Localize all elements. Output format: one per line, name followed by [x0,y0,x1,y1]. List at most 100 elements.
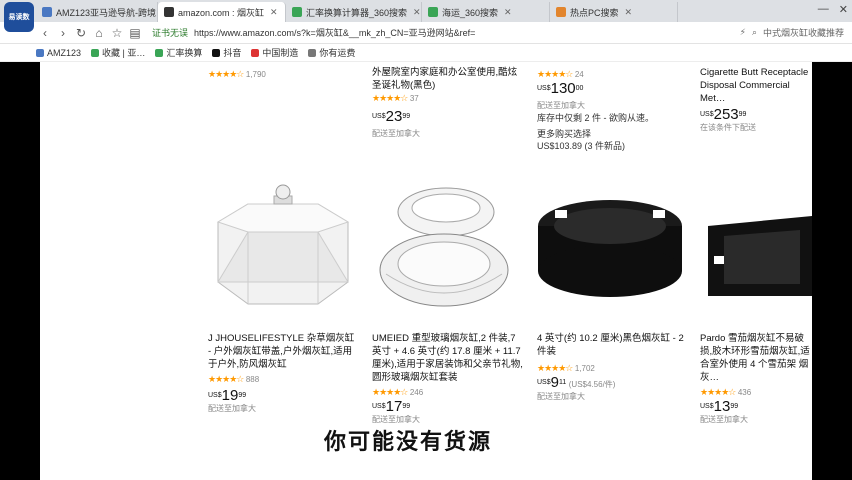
product-top-2: 外屋院室内家庭和办公室使用,酷炫圣诞礼物(黑色) ★★★★☆ 37 US$239… [372,66,522,140]
home-icon[interactable]: ⌂ [90,26,108,40]
product-card-3: 4 英寸(约 10.2 厘米)黑色烟灰缸 - 2 件装 ★★★★☆ 1,702 … [537,332,687,403]
tab-favicon-icon [292,7,302,17]
tab-list-icon[interactable]: ▤ [126,26,144,40]
product-price[interactable]: US$25399 [700,107,812,122]
more-options-price[interactable]: US$103.89 (3 件新品) [537,140,687,152]
bookmarks-bar: AMZ123 收藏 | 亚… 汇率换算 抖音 中国制造 你有运费 [0,44,852,62]
left-letterbox [0,62,40,480]
tab-favicon-icon [164,7,174,17]
rating-stars[interactable]: ★★★★☆ [537,69,573,79]
bookmark-icon [251,48,260,57]
product-title[interactable]: 4 英寸(约 10.2 厘米)黑色烟灰缸 - 2 件装 [537,332,687,358]
review-count[interactable]: 888 [246,375,259,384]
tab-label: amazon.com : 烟灰缸 [178,7,265,18]
bookmark-icon [155,48,164,57]
review-count[interactable]: 246 [410,388,423,397]
tab-favicon-icon [428,7,438,17]
url-text: https://www.amazon.com/s?k=烟灰缸&__mk_zh_C… [194,28,476,38]
rating-stars[interactable]: ★★★★☆ [372,387,408,397]
tab-amazon[interactable]: amazon.com : 烟灰缸 ✕ [158,2,286,22]
tab-label: 海运_360搜索 [442,7,499,18]
product-title[interactable]: UMEIED 重型玻璃烟灰缸,2 件装,7 英寸 + 4.6 英寸(约 17.8… [372,332,524,384]
bookmark-icon [91,48,100,57]
close-window-icon[interactable]: ✕ [839,3,848,16]
product-price[interactable]: US$13000 [537,81,687,96]
product-top-4: Cigarette Butt Receptacle Disposal Comme… [700,66,812,134]
reload-icon[interactable]: ↻ [72,26,90,40]
close-icon[interactable]: ✕ [270,7,278,18]
rating-stars[interactable]: ★★★★☆ [372,93,408,103]
review-count[interactable]: 436 [738,388,751,397]
back-icon[interactable]: ‹ [36,26,54,40]
review-count[interactable]: 1,790 [246,70,266,79]
stock-note: 库存中仅剩 2 件 - 欲购从速。 [537,113,655,123]
tab-hot-search[interactable]: 热点PC搜索 ✕ [550,2,678,22]
bookmark-item[interactable]: 中国制造 [251,46,298,59]
app-logo: 易读数 [4,2,34,32]
address-bar: ‹ › ↻ ⌂ ☆ ▤ 证书无误 https://www.amazon.com/… [0,22,852,44]
product-price[interactable]: US$911 (US$4.56/件) [537,375,687,391]
star-icon[interactable]: ☆ [108,26,126,40]
more-options-link[interactable]: 更多购买选择 [537,128,687,140]
forward-icon[interactable]: › [54,26,72,40]
product-image-glass-ashtrays[interactable] [376,182,512,317]
glass-ashtray-icon [379,187,509,307]
bookmark-item[interactable]: 收藏 | 亚… [91,46,145,59]
product-card-4: Pardo 雪茄烟灰缸不易破损,胶木环形雪茄烟灰缸,适合室外使用 4 个雪茄架 … [700,332,812,426]
product-title[interactable]: Pardo 雪茄烟灰缸不易破损,胶木环形雪茄烟灰缸,适合室外使用 4 个雪茄架 … [700,332,812,384]
product-price[interactable]: US$1999 [208,388,358,403]
product-title[interactable]: 外屋院室内家庭和办公室使用,酷炫圣诞礼物(黑色) [372,66,522,92]
product-price[interactable]: US$1399 [700,399,812,414]
tab-label: 热点PC搜索 [570,7,619,18]
bookmark-item[interactable]: 你有运费 [308,46,355,59]
lightning-icon[interactable]: ⚡ [740,27,746,38]
window-controls: — ✕ [818,3,848,16]
shipping-note: 配送至加拿大 [537,392,585,401]
tab-favicon-icon [42,7,52,17]
rating-stars[interactable]: ★★★★☆ [208,374,244,384]
rating-stars[interactable]: ★★★★☆ [208,69,244,79]
bookmark-icon [308,48,317,57]
tab-label: AMZ123亚马逊导航-跨境… [56,7,158,18]
rating-stars[interactable]: ★★★★☆ [700,387,736,397]
url-field[interactable]: 证书无误 https://www.amazon.com/s?k=烟灰缸&__mk… [152,24,592,42]
shipping-note: 配送至加拿大 [700,415,748,424]
tab-strip: 易读数 AMZ123亚马逊导航-跨境… ✕ amazon.com : 烟灰缸 ✕… [0,0,852,32]
unit-price: (US$4.56/件) [568,380,616,389]
close-icon[interactable]: ✕ [504,7,512,18]
hex-ashtray-icon [216,184,350,305]
cigar-ashtray-icon [708,216,812,296]
rating-stars[interactable]: ★★★★☆ [537,363,573,373]
product-title[interactable]: J JHOUSELIFESTYLE 杂草烟灰缸 - 户外烟灰缸带盖,户外烟灰缸,… [208,332,358,371]
close-icon[interactable]: ✕ [413,7,421,18]
review-count[interactable]: 24 [575,70,584,79]
address-right: ⚡ ⌕ 中式烟灰缸收藏推荐 [740,26,844,39]
bookmark-item[interactable]: AMZ123 [36,48,81,58]
close-icon[interactable]: ✕ [625,7,633,18]
tab-label: 汇率换算计算器_360搜索 [306,7,408,18]
bookmark-item[interactable]: 汇率换算 [155,46,202,59]
review-count[interactable]: 37 [410,94,419,103]
right-letterbox [812,62,852,480]
search-suggestion[interactable]: 中式烟灰缸收藏推荐 [763,26,844,39]
shipping-note: 配送至加拿大 [208,404,256,413]
product-card-1: J JHOUSELIFESTYLE 杂草烟灰缸 - 户外烟灰缸带盖,户外烟灰缸,… [208,332,358,415]
product-price[interactable]: US$1799 [372,399,524,414]
tab-shipping[interactable]: 海运_360搜索 ✕ [422,2,550,22]
tab-favicon-icon [556,7,566,17]
product-price[interactable]: US$2399 [372,109,522,124]
tab-amz123[interactable]: AMZ123亚马逊导航-跨境… ✕ [36,2,158,22]
search-icon[interactable]: ⌕ [752,27,757,38]
secure-tag: 证书无误 [152,28,189,38]
tab-exchange[interactable]: 汇率换算计算器_360搜索 ✕ [286,2,422,22]
minimize-icon[interactable]: — [818,3,829,16]
product-image-cigar-ashtray[interactable] [700,206,812,306]
product-image-hex-ashtray[interactable] [208,182,358,317]
product-title[interactable]: Cigarette Butt Receptacle Disposal Comme… [700,66,812,105]
product-top-3: ★★★★☆ 24 US$13000 配送至加拿大 库存中仅剩 2 件 - 欲购从… [537,68,687,152]
review-count[interactable]: 1,702 [575,364,595,373]
screen-frame: 易读数 AMZ123亚马逊导航-跨境… ✕ amazon.com : 烟灰缸 ✕… [0,0,852,480]
bookmark-icon [36,48,44,57]
bookmark-item[interactable]: 抖音 [212,46,241,59]
product-image-black-ashtray[interactable] [535,196,685,306]
